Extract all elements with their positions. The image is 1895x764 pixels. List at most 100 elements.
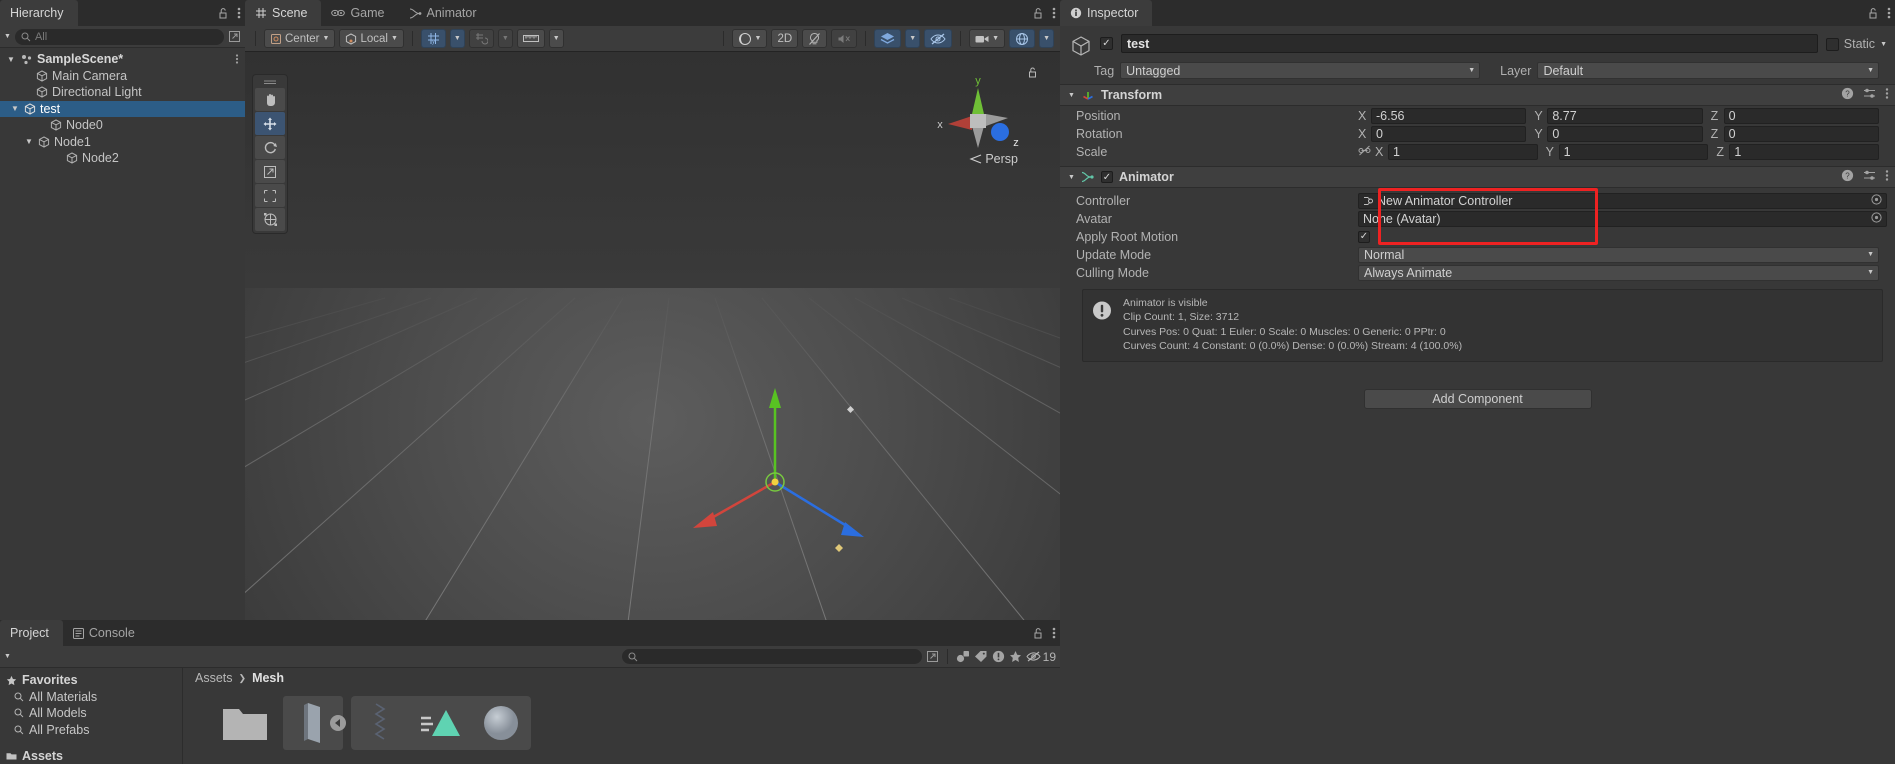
chevron-down-icon[interactable]: ▼ [24, 137, 34, 146]
move-gizmo[interactable] [665, 382, 885, 582]
asset-item-mesh-triangle[interactable] [411, 696, 471, 750]
tab-scene[interactable]: Scene [245, 0, 322, 26]
position-z-input[interactable]: 0 [1723, 107, 1879, 124]
tab-hierarchy[interactable]: Hierarchy [0, 0, 78, 26]
hierarchy-add-caret-icon[interactable]: ▼ [4, 33, 11, 40]
lock-open-icon[interactable] [1868, 7, 1879, 19]
project-create-caret-icon[interactable]: ▼ [4, 653, 11, 660]
transform-tool[interactable] [255, 208, 285, 231]
project-favorite-all-materials[interactable]: All Materials [0, 689, 182, 706]
kebab-menu-icon[interactable] [1052, 6, 1056, 20]
object-picker-icon[interactable] [1871, 211, 1882, 226]
scene-projection-label[interactable]: Persp [969, 152, 1018, 166]
rotation-y-input[interactable]: 0 [1547, 125, 1703, 142]
scale-y-input[interactable]: 1 [1558, 143, 1709, 160]
kebab-menu-icon[interactable] [237, 6, 241, 20]
move-tool[interactable] [255, 112, 285, 135]
update-mode-dropdown[interactable]: Normal ▼ [1358, 246, 1879, 263]
chevron-down-icon[interactable]: ▼ [755, 35, 762, 42]
gameobject-enabled-checkbox[interactable]: ✓ [1100, 37, 1113, 50]
lock-open-icon[interactable] [1033, 627, 1044, 639]
position-y-input[interactable]: 8.77 [1547, 107, 1703, 124]
scene-audio-toggle[interactable] [831, 29, 858, 48]
tab-animator[interactable]: Animator [399, 0, 491, 26]
chevron-down-icon[interactable]: ▼ [909, 35, 916, 42]
warning-filter-icon[interactable] [992, 650, 1005, 663]
gizmo-lock-icon[interactable] [1027, 66, 1038, 81]
lock-open-icon[interactable] [218, 7, 229, 19]
constrain-proportions-off-icon[interactable] [1358, 144, 1371, 160]
avatar-object-field[interactable]: None (Avatar) [1358, 210, 1887, 227]
transform-component-header[interactable]: ▼ Transform ? [1060, 84, 1895, 106]
static-checkbox[interactable] [1825, 37, 1839, 51]
scene-camera-button[interactable]: ▼ [969, 29, 1006, 48]
kebab-menu-icon[interactable] [235, 53, 239, 65]
kebab-menu-icon[interactable] [1885, 169, 1889, 185]
label-filter-icon[interactable] [974, 650, 988, 663]
asset-item-sphere-material[interactable] [471, 696, 531, 750]
scene-fx-toggle[interactable] [874, 29, 902, 48]
hierarchy-item-main-camera[interactable]: ▸ Main Camera [0, 68, 245, 85]
scene-visibility-toggle[interactable] [924, 29, 953, 48]
chevron-down-icon[interactable]: ▼ [10, 104, 20, 113]
rotation-z-input[interactable]: 0 [1723, 125, 1879, 142]
shading-mode-button[interactable]: ▼ [731, 29, 768, 48]
chevron-down-icon[interactable]: ▼ [502, 35, 509, 42]
snap-increment-dropdown[interactable]: ▼ [497, 29, 513, 48]
controller-object-field[interactable]: New Animator Controller [1358, 192, 1887, 209]
chevron-down-icon[interactable]: ▼ [1068, 92, 1075, 99]
gizmos-toggle[interactable] [1009, 29, 1036, 48]
gameobject-name-input[interactable]: test [1121, 34, 1818, 53]
chevron-down-icon[interactable]: ▼ [1068, 174, 1075, 181]
asset-item-animation-curve[interactable] [330, 696, 411, 750]
hand-tool[interactable] [255, 88, 285, 111]
chevron-down-icon[interactable]: ▼ [454, 35, 461, 42]
tag-dropdown[interactable]: Untagged ▼ [1120, 62, 1481, 79]
chevron-down-icon[interactable]: ▼ [391, 35, 398, 42]
hierarchy-search-input[interactable]: All [14, 28, 224, 45]
kebab-menu-icon[interactable] [1887, 6, 1891, 20]
chevron-down-icon[interactable]: ▼ [1043, 35, 1050, 42]
object-picker-icon[interactable] [1871, 193, 1882, 208]
animator-component-header[interactable]: ▼ ✓ Animator ? [1060, 166, 1895, 188]
project-search-expand-icon[interactable] [926, 650, 939, 663]
project-assets-header[interactable]: Assets [0, 748, 182, 764]
favorite-filter-icon[interactable] [1009, 650, 1022, 663]
tab-game[interactable]: Game [321, 0, 398, 26]
scene-fx-dropdown[interactable]: ▼ [905, 29, 921, 48]
breadcrumb-assets[interactable]: Assets [195, 671, 233, 685]
hierarchy-item-test[interactable]: ▼ test [0, 100, 245, 117]
project-favorites-header[interactable]: Favorites [0, 672, 182, 689]
breadcrumb-mesh[interactable]: Mesh [252, 671, 284, 685]
ruler-toggle[interactable] [516, 29, 545, 48]
chevron-down-icon[interactable]: ▼ [553, 35, 560, 42]
help-icon[interactable]: ? [1841, 87, 1854, 103]
kebab-menu-icon[interactable] [1885, 87, 1889, 103]
add-component-button[interactable]: Add Component [1363, 389, 1592, 410]
scene-lighting-toggle[interactable] [802, 29, 828, 48]
hierarchy-item-node2[interactable]: ▸ Node2 [0, 150, 245, 167]
apply-root-motion-checkbox[interactable]: ✓ [1358, 230, 1370, 243]
scene-viewport[interactable]: y x z Persp [245, 52, 1060, 646]
rotation-x-input[interactable]: 0 [1371, 125, 1527, 142]
help-icon[interactable]: ? [1841, 169, 1854, 185]
tab-project[interactable]: Project [0, 620, 63, 646]
tab-console[interactable]: Console [63, 620, 149, 646]
scale-x-input[interactable]: 1 [1388, 143, 1538, 160]
chevron-down-icon[interactable]: ▼ [6, 55, 16, 64]
animator-enabled-checkbox[interactable]: ✓ [1100, 171, 1113, 183]
preset-icon[interactable] [1863, 87, 1876, 103]
tab-inspector[interactable]: Inspector [1060, 0, 1153, 26]
rect-tool[interactable] [255, 184, 285, 207]
preset-icon[interactable] [1863, 169, 1876, 185]
project-search-input[interactable] [621, 649, 922, 664]
kebab-menu-icon[interactable] [1052, 626, 1056, 640]
hierarchy-item-node1[interactable]: ▼ Node1 [0, 134, 245, 151]
position-x-input[interactable]: -6.56 [1371, 107, 1527, 124]
gizmos-dropdown[interactable]: ▼ [1039, 29, 1054, 48]
2d-view-toggle[interactable]: 2D [771, 29, 799, 48]
project-favorite-all-models[interactable]: All Models [0, 705, 182, 722]
chevron-down-icon[interactable]: ▼ [323, 35, 330, 42]
hierarchy-item-directional-light[interactable]: ▸ Directional Light [0, 84, 245, 101]
chevron-down-icon[interactable]: ▼ [1880, 41, 1887, 48]
